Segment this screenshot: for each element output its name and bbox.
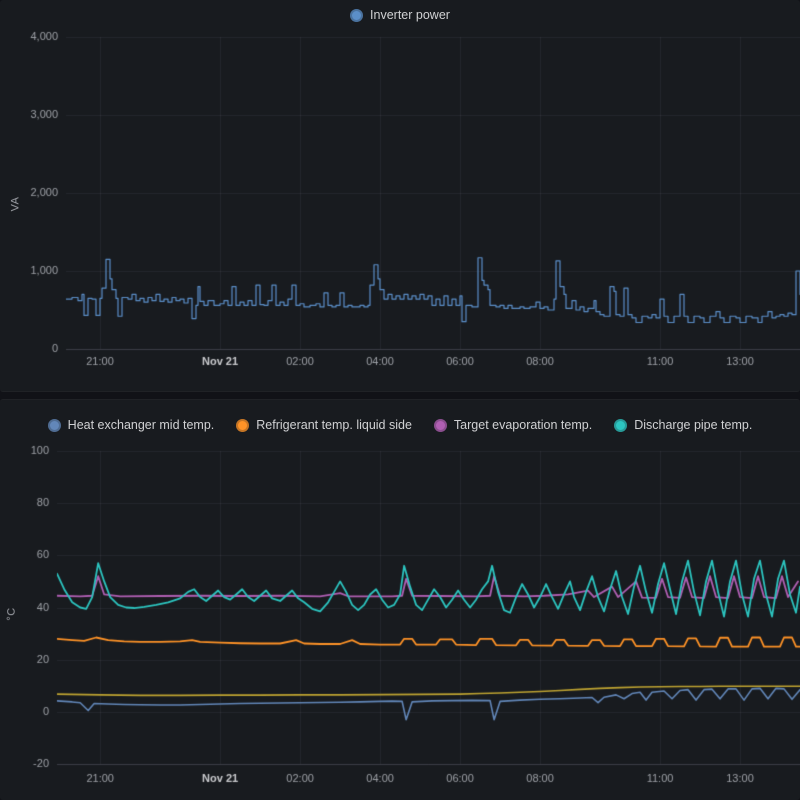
temperatures-chart-area: °C: [0, 438, 800, 800]
legend-item-label: Discharge pipe temp.: [634, 418, 753, 432]
legend-item[interactable]: Heat exchanger mid temp.: [47, 418, 215, 432]
series-color-icon: [614, 418, 628, 432]
legend-item[interactable]: Discharge pipe temp.: [614, 418, 752, 432]
temperatures-chart-canvas[interactable]: [0, 438, 800, 800]
panel-temperatures: Heat exchanger mid temp. Refrigerant temp…: [0, 399, 800, 800]
series-color-icon: [47, 418, 61, 432]
legend-item-label: Inverter power: [370, 8, 450, 22]
legend-item[interactable]: Inverter power: [350, 8, 450, 22]
inverter-power-chart-canvas[interactable]: [0, 30, 800, 388]
legend-item-label: Target evaporation temp.: [453, 418, 593, 432]
y-axis-unit-label: VA: [9, 196, 22, 212]
series-color-icon: [236, 418, 250, 432]
series-color-icon: [350, 8, 364, 22]
panel-inverter-power: Inverter power VA: [0, 0, 800, 392]
legend-item[interactable]: Refrigerant temp. liquid side: [236, 418, 412, 432]
y-axis-unit-label: °C: [5, 607, 18, 621]
temperatures-legend: Heat exchanger mid temp. Refrigerant temp…: [0, 400, 800, 438]
legend-item-label: Heat exchanger mid temp.: [67, 418, 215, 432]
legend-item-label: Refrigerant temp. liquid side: [256, 418, 412, 432]
legend-item[interactable]: Target evaporation temp.: [433, 418, 593, 432]
inverter-power-legend: Inverter power: [0, 0, 800, 30]
inverter-power-chart-area: VA: [0, 30, 800, 388]
series-color-icon: [433, 418, 447, 432]
